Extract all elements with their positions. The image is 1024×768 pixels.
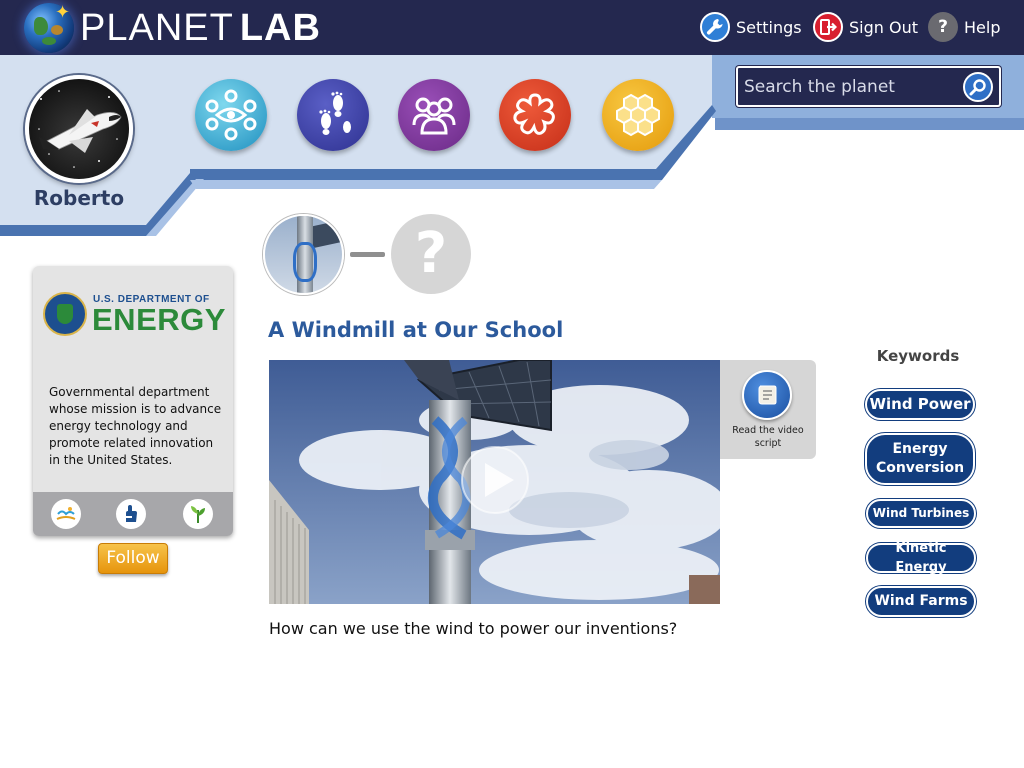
logo-text-bold: LAB xyxy=(239,7,321,49)
network-eye-icon xyxy=(205,89,257,141)
space-shuttle-icon xyxy=(38,90,122,168)
search-button[interactable] xyxy=(963,72,993,102)
app-logo[interactable]: PLANET LAB xyxy=(80,7,321,49)
help-link[interactable]: ? Help xyxy=(928,11,1000,43)
video-frame xyxy=(269,360,720,604)
search-box xyxy=(736,66,1001,107)
nav-explore-button[interactable] xyxy=(195,79,267,151)
keyword-energy-conversion[interactable]: Energy Conversion xyxy=(865,433,975,485)
sponsor-categories xyxy=(33,492,233,536)
plant-icon xyxy=(191,506,205,523)
keywords-heading: Keywords xyxy=(876,347,960,365)
nav-nature-button[interactable] xyxy=(499,79,571,151)
settings-label: Settings xyxy=(736,17,802,37)
sign-out-label: Sign Out xyxy=(849,17,918,37)
scroll-icon xyxy=(742,370,792,420)
doe-logo[interactable]: U.S. DEPARTMENT OF ENERGY xyxy=(43,288,226,340)
sign-out-link[interactable]: Sign Out xyxy=(813,11,918,43)
video-question: How can we use the wind to power our inv… xyxy=(269,619,678,638)
wrench-icon xyxy=(700,12,730,42)
doe-logo-line2: ENERGY xyxy=(92,302,226,337)
keyword-kinetic-energy[interactable]: Kinetic Energy xyxy=(866,541,976,575)
category-hand[interactable] xyxy=(116,499,146,529)
keyword-wind-turbines[interactable]: Wind Turbines xyxy=(866,499,976,528)
logo-text-light: PLANET xyxy=(80,7,234,49)
honeycomb-icon xyxy=(616,93,660,137)
search-icon xyxy=(969,79,986,96)
settings-link[interactable]: Settings xyxy=(700,11,802,43)
group-icon xyxy=(412,97,456,135)
user-avatar[interactable] xyxy=(25,75,133,183)
follow-button[interactable]: Follow xyxy=(98,543,168,574)
journey-step-next[interactable]: ? xyxy=(391,214,471,294)
video-player[interactable] xyxy=(269,360,720,604)
nav-honeycomb-button[interactable] xyxy=(602,79,674,151)
flower-icon xyxy=(513,93,555,135)
nav-journey-button[interactable] xyxy=(297,79,369,151)
search-input[interactable] xyxy=(744,74,959,100)
page-title: A Windmill at Our School xyxy=(268,318,564,342)
landscape-icon xyxy=(56,507,76,520)
journey-connector xyxy=(350,252,385,257)
keyword-wind-farms[interactable]: Wind Farms xyxy=(866,586,976,617)
help-label: Help xyxy=(964,17,1001,37)
sign-out-icon xyxy=(813,12,843,42)
keyword-wind-power[interactable]: Wind Power xyxy=(865,389,975,420)
sponsor-card: U.S. DEPARTMENT OF ENERGY Governmental d… xyxy=(33,266,233,536)
help-icon: ? xyxy=(928,12,958,42)
nav-community-button[interactable] xyxy=(398,79,470,151)
top-bar: ✦ PLANET LAB Settings Sign Out ? Help xyxy=(0,0,1024,55)
category-plant[interactable] xyxy=(183,499,213,529)
script-label: Read the video script xyxy=(732,425,804,449)
sponsor-description: Governmental department whose mission is… xyxy=(49,385,222,467)
sparkle-icon: ✦ xyxy=(55,2,71,23)
journey-step-current[interactable] xyxy=(263,214,344,295)
footprints-icon xyxy=(319,91,351,135)
username: Roberto xyxy=(33,186,125,210)
doe-seal-icon xyxy=(43,292,87,336)
video-script-button[interactable]: Read the video script xyxy=(720,360,816,459)
hand-icon xyxy=(124,505,137,522)
category-landscape[interactable] xyxy=(51,499,81,529)
